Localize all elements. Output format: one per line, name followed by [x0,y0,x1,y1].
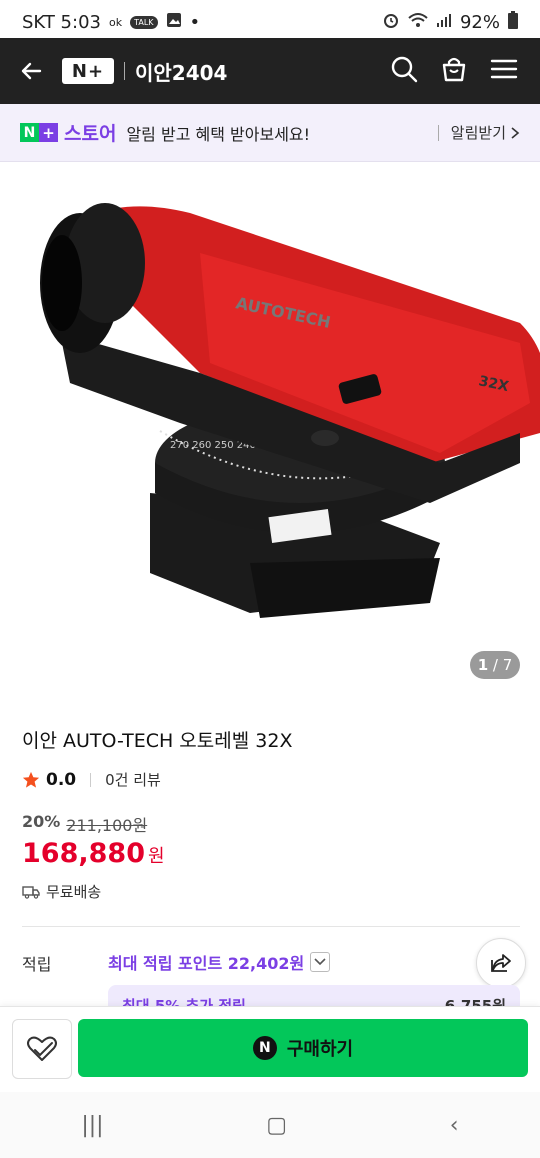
battery-level: 92% [459,11,500,33]
n-logo-icon: N [20,123,39,142]
naver-plus-logo: N+ [62,58,114,84]
share-button[interactable] [476,938,526,988]
carrier-time: SKT 5:03 [22,11,101,33]
subscribe-alert-button[interactable]: 알림받기 [438,122,520,143]
store-logo[interactable]: N+ 이안2404 [62,57,227,86]
notification-dot: • [189,11,201,33]
buy-label: 구매하기 [286,1039,354,1060]
rating-divider [90,772,92,787]
product-photo-auto-level: 270 260 250 240 230 220 210 200 190 180 … [40,203,540,618]
notification-banner[interactable]: N + 스토어 알림 받고 혜택 받아보세요! 알림받기 [0,104,540,162]
chevron-right-icon [511,126,520,139]
naver-pay-icon: N [252,1036,277,1060]
shipping-label: 무료배송 [46,883,102,901]
sale-price: 168,880 원 [22,838,165,869]
truck-icon [22,885,40,899]
image-pager: 1 / 7 [470,651,520,679]
gallery-icon [166,12,182,33]
alarm-icon [382,11,400,34]
share-icon [491,954,511,972]
system-nav-bar: ||| ▢ ‹ [0,1092,540,1158]
pager-total: 7 [502,656,513,674]
points-dropdown[interactable]: 최대 적립 포인트 22,402원 [108,950,331,974]
back-button[interactable] [0,59,62,83]
app-header: N+ 이안2404 [0,38,540,104]
naver-plus-store-logo: N + 스토어 [20,119,116,146]
search-icon [391,56,418,83]
store-label: 스토어 [64,123,117,145]
heart-icon [27,1036,57,1061]
review-count-link[interactable]: 0건 리뷰 [105,769,161,790]
arrow-left-icon [21,62,42,80]
banner-message: 알림 받고 혜택 받아보세요! [126,124,311,144]
system-back-button[interactable]: ‹ [450,1113,459,1138]
talk-icon: TALK [130,15,158,29]
wifi-icon [408,12,428,33]
sale-price-value: 168,880 [22,838,145,869]
cart-button[interactable] [440,55,468,87]
rating-row[interactable]: 0.0 0건 리뷰 [22,769,161,790]
menu-button[interactable] [490,55,518,87]
store-name: 이안2404 [135,60,228,85]
plus-logo-icon: + [39,123,58,142]
battery-icon [508,10,518,34]
star-icon [22,771,40,788]
points-label: 적립 [22,955,52,974]
product-image-carousel[interactable]: 270 260 250 240 230 220 210 200 190 180 … [0,163,540,703]
buy-button[interactable]: N 구매하기 [78,1019,528,1077]
product-title: 이안 AUTO-TECH 오토레벨 32X [22,730,293,752]
wishlist-button[interactable] [12,1019,72,1079]
discount-row: 20% 211,100원 [22,812,147,836]
signal-icon [436,12,452,33]
bottom-action-bar: N 구매하기 [0,1006,540,1093]
rating-score: 0.0 [46,769,77,790]
shipping-info: 무료배송 [22,881,101,902]
discount-percent: 20% [22,812,61,831]
logo-divider [124,62,125,80]
subscribe-alert-label: 알림받기 [450,124,506,142]
search-button[interactable] [390,55,418,87]
ok-icon: ok [108,15,123,29]
hamburger-menu-icon [490,59,518,79]
original-price: 211,100원 [66,816,148,835]
price-unit: 원 [147,846,165,867]
home-button[interactable]: ▢ [266,1113,287,1138]
recent-apps-button[interactable]: ||| [81,1113,103,1138]
section-divider [22,926,520,927]
shopping-bag-icon [442,57,466,82]
pager-current: 1 [477,656,489,674]
points-value: 최대 적립 포인트 22,402원 [108,954,305,973]
chevron-down-icon [310,952,331,972]
